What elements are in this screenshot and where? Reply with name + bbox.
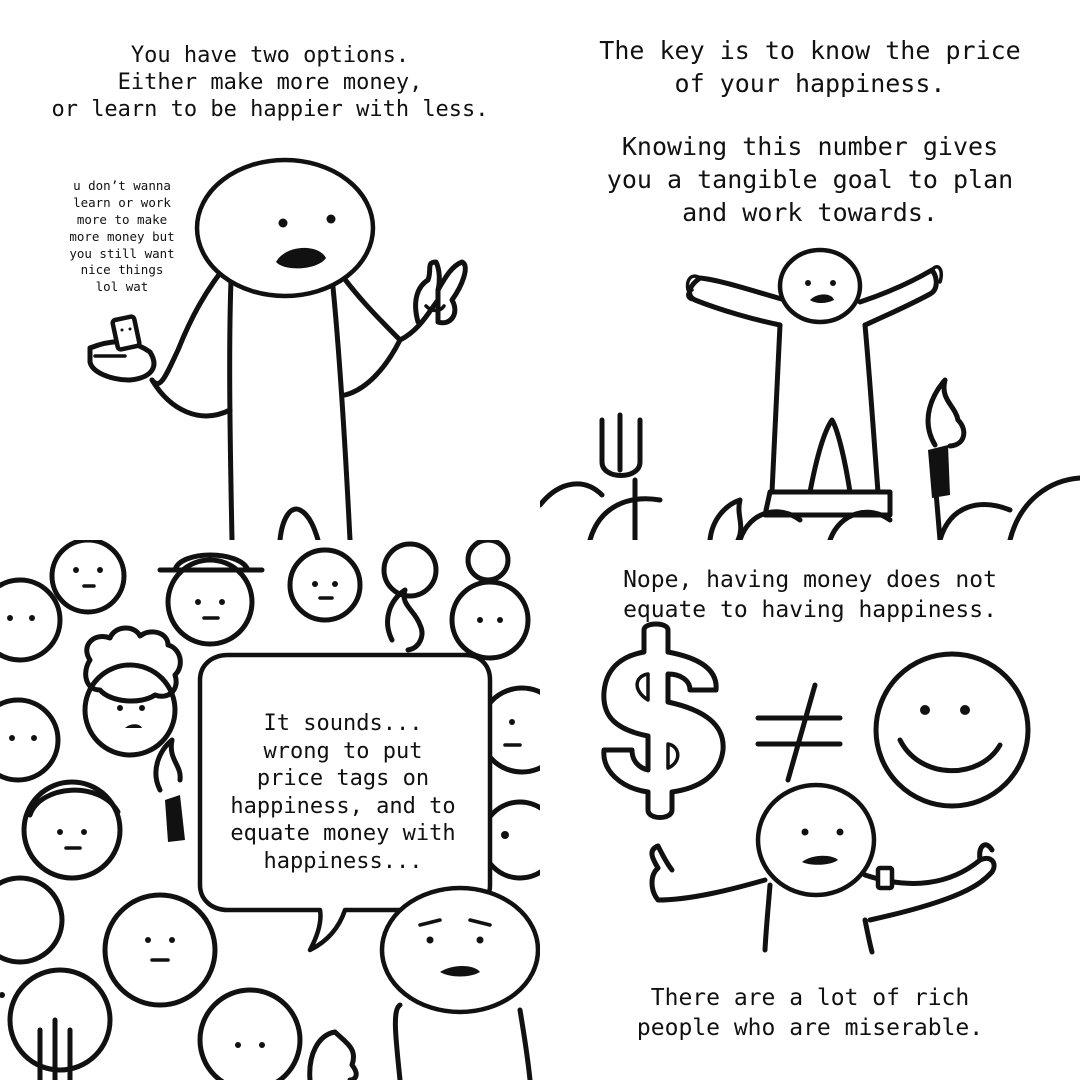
smiley-face-icon: [873, 651, 1031, 809]
panel-top-right: The key is to know the price of your hap…: [540, 0, 1080, 540]
panel-bottom-right: Nope, having money does not equate to ha…: [540, 540, 1080, 1080]
panel-bottom-left: It sounds... wrong to put price tags on …: [0, 540, 540, 1080]
speech-bubble-text: It sounds... wrong to put price tags on …: [230, 711, 456, 874]
panel-caption: You have two options. Either make more m…: [51, 43, 489, 123]
panel-caption-secondary: There are a lot of rich people who are m…: [636, 985, 984, 1041]
dollar-sign-icon: [601, 621, 726, 820]
panel-caption-secondary: Knowing this number gives you a tangible…: [606, 132, 1014, 227]
panel-caption: The key is to know the price of your hap…: [599, 36, 1021, 98]
panel-top-left: You have two options. Either make more m…: [0, 0, 540, 540]
aside-note: u don’t wanna learn or work more to make…: [69, 178, 175, 295]
panel-caption: Nope, having money does not equate to ha…: [623, 567, 997, 623]
not-equal-icon: [755, 682, 843, 783]
